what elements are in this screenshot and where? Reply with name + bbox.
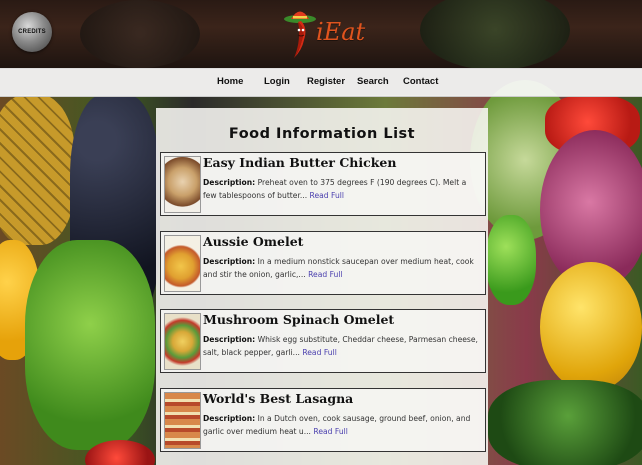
nav-search[interactable]: Search (357, 76, 389, 87)
food-card: Easy Indian Butter Chicken Description: … (160, 152, 486, 216)
page-title: Food Information List (228, 126, 416, 142)
description-label: Description: (203, 335, 256, 344)
food-title[interactable]: Easy Indian Butter Chicken (203, 155, 396, 170)
read-full-link[interactable]: Read Full (313, 427, 347, 436)
food-card: Aussie Omelet Description: In a medium n… (160, 231, 486, 295)
description-label: Description: (203, 257, 256, 266)
food-thumbnail-aussie-omelet[interactable] (164, 235, 201, 292)
read-full-link[interactable]: Read Full (302, 348, 336, 357)
description-label: Description: (203, 178, 256, 187)
nav-register[interactable]: Register (307, 76, 345, 87)
logo-text: iEat (316, 18, 366, 46)
food-description: Description: Preheat oven to 375 degrees… (203, 176, 481, 202)
food-thumbnail-butter-chicken[interactable] (164, 156, 201, 213)
food-title[interactable]: Aussie Omelet (203, 234, 303, 249)
read-full-link[interactable]: Read Full (308, 270, 342, 279)
description-label: Description: (203, 414, 256, 423)
food-card: Mushroom Spinach Omelet Description: Whi… (160, 309, 486, 373)
nav-bar: Home Login Register Search Contact (0, 68, 642, 97)
food-list-panel: Food Information List Easy Indian Butter… (156, 108, 488, 465)
food-description: Description: Whisk egg substitute, Chedd… (203, 333, 481, 359)
nav-contact[interactable]: Contact (403, 76, 438, 87)
food-card: World's Best Lasagna Description: In a D… (160, 388, 486, 452)
food-title[interactable]: World's Best Lasagna (203, 391, 353, 406)
food-description: Description: In a medium nonstick saucep… (203, 255, 481, 281)
nav-home[interactable]: Home (217, 76, 243, 87)
read-full-link[interactable]: Read Full (310, 191, 344, 200)
food-title[interactable]: Mushroom Spinach Omelet (203, 312, 394, 327)
food-description: Description: In a Dutch oven, cook sausa… (203, 412, 481, 438)
food-thumbnail-lasagna[interactable] (164, 392, 201, 449)
food-thumbnail-mushroom-spinach-omelet[interactable] (164, 313, 201, 370)
credits-button[interactable]: CREDITS (12, 12, 52, 52)
nav-login[interactable]: Login (264, 76, 290, 87)
